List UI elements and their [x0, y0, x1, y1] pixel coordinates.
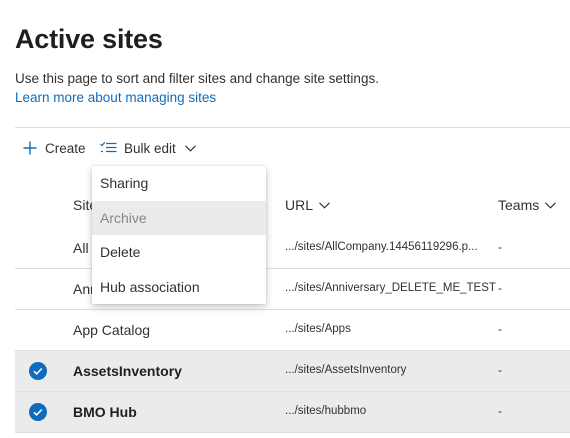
- create-button[interactable]: Create: [22, 138, 86, 158]
- page-title: Active sites: [15, 24, 163, 54]
- bulk-edit-icon: [100, 141, 117, 153]
- column-header-url[interactable]: URL: [285, 197, 330, 213]
- site-name[interactable]: App Catalog: [73, 322, 150, 338]
- table-row[interactable]: App Catalog .../sites/Apps -: [15, 310, 570, 351]
- site-teams: -: [498, 281, 502, 295]
- menu-item-hub-association[interactable]: Hub association: [92, 270, 266, 305]
- chevron-down-icon: [319, 201, 330, 209]
- bulk-edit-button[interactable]: Bulk edit: [100, 138, 196, 158]
- site-url: .../sites/Anniversary_DELETE_ME_TEST: [285, 282, 496, 294]
- create-label: Create: [45, 140, 86, 156]
- bulk-edit-label: Bulk edit: [124, 140, 176, 156]
- chevron-down-icon: [545, 201, 557, 209]
- column-header-url-label: URL: [285, 197, 314, 213]
- site-name[interactable]: All: [73, 240, 89, 256]
- site-name[interactable]: BMO Hub: [73, 404, 137, 420]
- site-teams: -: [498, 240, 502, 254]
- site-url: .../sites/hubbmo: [285, 405, 367, 417]
- menu-item-delete[interactable]: Delete: [92, 235, 266, 270]
- bulk-edit-menu: Sharing Archive Delete Hub association: [92, 166, 266, 304]
- site-url: .../sites/AllCompany.14456119296.p...: [285, 241, 478, 253]
- menu-item-archive[interactable]: Archive: [92, 200, 266, 235]
- site-teams: -: [498, 322, 502, 336]
- learn-more-link[interactable]: Learn more about managing sites: [15, 90, 216, 105]
- column-header-teams-label: Teams: [498, 197, 540, 213]
- column-header-teams[interactable]: Teams: [498, 197, 557, 213]
- menu-item-sharing[interactable]: Sharing: [92, 166, 266, 201]
- checkmark-circle-icon[interactable]: [29, 403, 47, 421]
- page-description: Use this page to sort and filter sites a…: [15, 71, 379, 86]
- site-teams: -: [498, 404, 502, 418]
- site-url: .../sites/Apps: [285, 323, 351, 335]
- checkmark-circle-icon[interactable]: [29, 362, 47, 380]
- plus-icon: [23, 141, 37, 155]
- site-teams: -: [498, 363, 502, 377]
- table-row[interactable]: BMO Hub .../sites/hubbmo -: [15, 392, 570, 433]
- chevron-down-icon: [184, 144, 196, 152]
- table-row[interactable]: AssetsInventory .../sites/AssetsInventor…: [15, 351, 570, 392]
- site-name[interactable]: AssetsInventory: [73, 363, 182, 379]
- site-url: .../sites/AssetsInventory: [285, 364, 407, 376]
- divider: [15, 127, 570, 128]
